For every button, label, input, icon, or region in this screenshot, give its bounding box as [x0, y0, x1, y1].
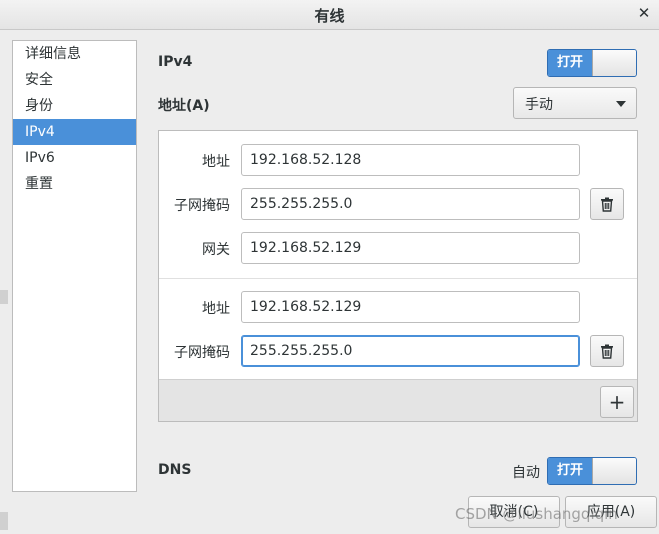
- sidebar-item-ipv4[interactable]: IPv4: [13, 119, 136, 145]
- apply-button[interactable]: 应用(A): [565, 496, 657, 528]
- close-icon[interactable]: ✕: [635, 4, 653, 22]
- trash-icon: [601, 344, 613, 359]
- ipv4-toggle-label: 打开: [548, 50, 592, 76]
- gateway-field-1[interactable]: [241, 232, 580, 264]
- entry-separator: [159, 278, 637, 279]
- address-label: 地址: [202, 301, 230, 317]
- dns-heading: DNS: [158, 462, 192, 478]
- sidebar-item-reset[interactable]: 重置: [13, 171, 136, 197]
- plus-icon: +: [608, 390, 626, 414]
- dns-auto-toggle[interactable]: 打开: [547, 457, 637, 485]
- address-field-2[interactable]: [241, 291, 580, 323]
- sidebar-item-details[interactable]: 详细信息: [13, 41, 136, 67]
- netmask-field-1[interactable]: [241, 188, 580, 220]
- method-dropdown[interactable]: 手动: [513, 87, 637, 119]
- toggle-knob: [592, 50, 636, 76]
- netmask-label: 子网掩码: [174, 198, 230, 214]
- trash-icon: [601, 197, 613, 212]
- address-method-label: 地址(A): [158, 98, 210, 114]
- sidebar: 详细信息 安全 身份 IPv4 IPv6 重置: [12, 40, 137, 492]
- background-window-fragment: [0, 290, 8, 304]
- panel-footer: [159, 379, 637, 421]
- background-window-fragment: [0, 512, 8, 530]
- title-bar: 有线 ✕: [0, 0, 659, 30]
- ipv4-heading: IPv4: [158, 54, 193, 70]
- dns-auto-label: 自动: [512, 465, 540, 481]
- gateway-label: 网关: [202, 242, 230, 258]
- method-value: 手动: [525, 97, 553, 113]
- sidebar-item-ipv6[interactable]: IPv6: [13, 145, 136, 171]
- address-field-1[interactable]: [241, 144, 580, 176]
- dns-toggle-label: 打开: [548, 458, 592, 484]
- add-address-button[interactable]: +: [600, 386, 634, 418]
- toggle-knob: [592, 458, 636, 484]
- netmask-label: 子网掩码: [174, 345, 230, 361]
- delete-entry-button-1[interactable]: [590, 188, 624, 220]
- cancel-button[interactable]: 取消(C): [468, 496, 560, 528]
- ipv4-toggle[interactable]: 打开: [547, 49, 637, 77]
- address-label: 地址: [202, 154, 230, 170]
- sidebar-item-identity[interactable]: 身份: [13, 93, 136, 119]
- sidebar-item-security[interactable]: 安全: [13, 67, 136, 93]
- chevron-down-icon: [616, 101, 626, 107]
- delete-entry-button-2[interactable]: [590, 335, 624, 367]
- netmask-field-2[interactable]: [241, 335, 580, 367]
- window-title: 有线: [314, 7, 345, 25]
